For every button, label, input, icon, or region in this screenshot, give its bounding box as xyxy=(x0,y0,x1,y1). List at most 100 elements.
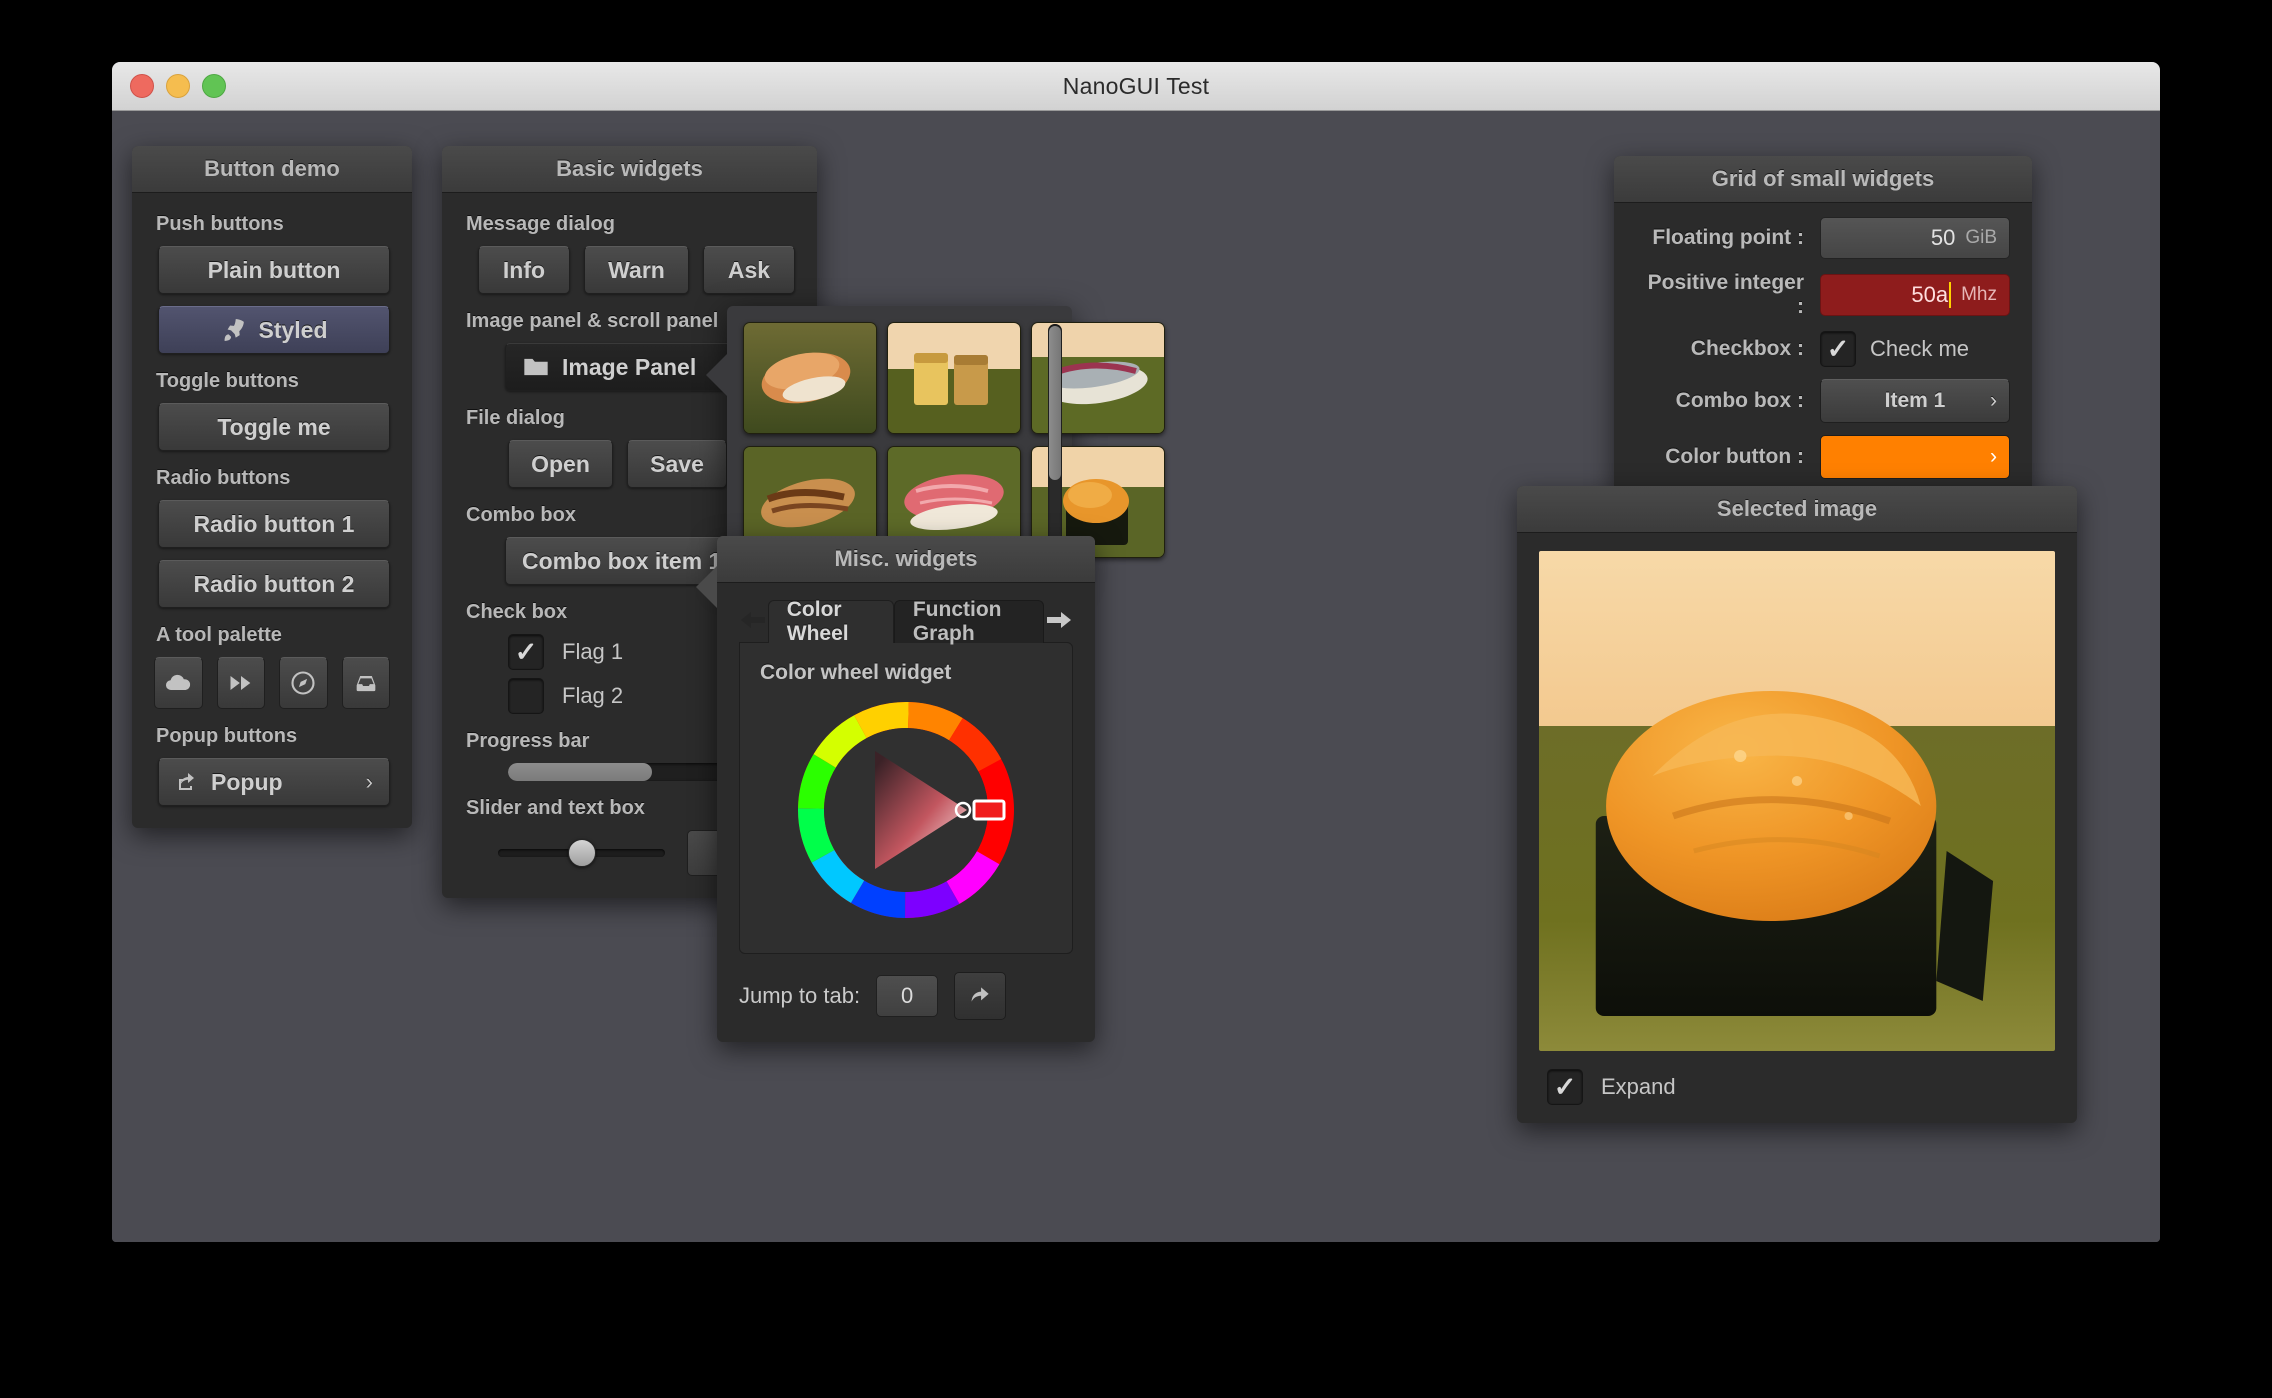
popup-button-label: Popup xyxy=(211,769,283,796)
grid-combo-value: Item 1 xyxy=(1885,389,1946,413)
compass-icon xyxy=(289,669,317,697)
styled-button-row: Styled xyxy=(154,306,390,354)
panel-misc-widgets: Misc. widgets Color Wheel Function Graph xyxy=(717,536,1095,1042)
misc-widgets-body: Color Wheel Function Graph Color wheel w… xyxy=(717,583,1095,1042)
window-title: NanoGUI Test xyxy=(1063,73,1209,100)
close-button[interactable] xyxy=(130,74,154,98)
thumbnail-grid xyxy=(727,306,1072,574)
positive-integer-value: 50a xyxy=(1833,282,1948,308)
fast-forward-icon xyxy=(227,669,255,697)
grid-widgets-title: Grid of small widgets xyxy=(1614,156,2032,203)
minimize-button[interactable] xyxy=(166,74,190,98)
group-toggle-buttons: Toggle buttons xyxy=(156,370,390,393)
combo-box-value: Combo box item 1 xyxy=(522,548,721,575)
chevron-right-icon: › xyxy=(1990,389,1997,413)
positive-integer-unit: Mhz xyxy=(1961,284,1997,306)
popup-button[interactable]: Popup › xyxy=(158,758,390,806)
group-popup-buttons: Popup buttons xyxy=(156,725,390,748)
arrow-left-icon xyxy=(739,609,767,631)
slider-knob[interactable] xyxy=(568,839,596,867)
grid-checkbox-row[interactable]: ✓ Check me xyxy=(1820,331,2010,367)
group-push-buttons: Push buttons xyxy=(156,213,390,236)
progress-bar-fill xyxy=(508,763,652,781)
scrollbar-track[interactable] xyxy=(1048,324,1062,558)
styled-button-label: Styled xyxy=(258,317,327,344)
tab-next-button[interactable] xyxy=(1044,597,1073,643)
checkbox-flag-2-box[interactable] xyxy=(508,678,544,714)
color-wheel-wrap xyxy=(760,685,1052,935)
grid-combo-box[interactable]: Item 1 › xyxy=(1820,379,2010,423)
grid-checkbox-box[interactable]: ✓ xyxy=(1820,331,1856,367)
jump-to-tab-input[interactable]: 0 xyxy=(876,975,938,1017)
toggle-button-row: Toggle me xyxy=(154,403,390,451)
jump-to-tab-row: Jump to tab: 0 xyxy=(739,972,1073,1020)
popup-button-row: Popup › xyxy=(154,758,390,806)
checkbox-flag-1-box[interactable]: ✓ xyxy=(508,634,544,670)
open-button[interactable]: Open xyxy=(508,440,613,488)
folder-icon xyxy=(522,355,550,379)
radio-button-2[interactable]: Radio button 2 xyxy=(158,560,390,608)
panel-button-demo: Button demo Push buttons Plain button St… xyxy=(132,146,412,828)
os-window: NanoGUI Test Button demo Push buttons Pl… xyxy=(112,62,2160,1242)
tab-prev-button[interactable] xyxy=(739,597,768,643)
group-tool-palette: A tool palette xyxy=(156,624,390,647)
scrollbar-thumb[interactable] xyxy=(1049,326,1061,480)
ask-button[interactable]: Ask xyxy=(703,246,795,294)
radio-button-1[interactable]: Radio button 1 xyxy=(158,500,390,548)
nanogui-canvas: Button demo Push buttons Plain button St… xyxy=(112,111,2160,1242)
panel-selected-image: Selected image xyxy=(1517,486,2077,1123)
check-icon: ✓ xyxy=(1554,1074,1577,1101)
tab-bar: Color Wheel Function Graph xyxy=(739,597,1073,643)
push-button-row: Plain button xyxy=(154,246,390,294)
text-caret xyxy=(1949,282,1951,308)
styled-button[interactable]: Styled xyxy=(158,306,390,354)
inbox-icon-button[interactable] xyxy=(342,657,391,709)
expand-checkbox-row[interactable]: ✓ Expand xyxy=(1547,1069,2055,1105)
chevron-right-icon: › xyxy=(1990,445,1997,469)
slider-track[interactable] xyxy=(498,849,665,857)
save-button[interactable]: Save xyxy=(627,440,727,488)
jump-to-tab-label: Jump to tab: xyxy=(739,983,860,1009)
checkbox-flag-1-label: Flag 1 xyxy=(562,639,623,665)
tab-color-wheel[interactable]: Color Wheel xyxy=(768,600,894,643)
message-dialog-row: Info Warn Ask xyxy=(464,246,795,294)
grid-color-button[interactable]: › xyxy=(1820,435,2010,479)
info-button[interactable]: Info xyxy=(478,246,570,294)
inbox-icon xyxy=(352,669,380,697)
popup-anchor-arrow-top xyxy=(706,354,727,396)
color-wheel-pane-title: Color wheel widget xyxy=(760,661,1052,685)
label-floating-point: Floating point : xyxy=(1636,226,1804,250)
button-demo-title: Button demo xyxy=(132,146,412,193)
selected-image-body: ✓ Expand xyxy=(1517,533,2077,1123)
thumbnail-sushi-tamago[interactable] xyxy=(887,322,1021,434)
group-radio-buttons: Radio buttons xyxy=(156,467,390,490)
zoom-button[interactable] xyxy=(202,74,226,98)
fast-forward-icon-button[interactable] xyxy=(217,657,266,709)
radio-2-row: Radio button 2 xyxy=(154,560,390,608)
traffic-lights xyxy=(130,74,226,98)
label-combo-box: Combo box : xyxy=(1636,389,1804,413)
field-positive-integer[interactable]: 50a Mhz xyxy=(1820,274,2010,316)
cloud-icon-button[interactable] xyxy=(154,657,203,709)
compass-icon-button[interactable] xyxy=(279,657,328,709)
misc-widgets-title: Misc. widgets xyxy=(717,536,1095,583)
plain-button[interactable]: Plain button xyxy=(158,246,390,294)
floating-point-value: 50 xyxy=(1833,225,1955,251)
export-icon xyxy=(175,770,199,794)
image-panel-label: Image Panel xyxy=(562,354,696,381)
jump-to-tab-button[interactable] xyxy=(954,972,1006,1020)
color-wheel-widget[interactable] xyxy=(791,695,1021,925)
floating-point-unit: GiB xyxy=(1965,227,1997,249)
label-checkbox: Checkbox : xyxy=(1636,337,1804,361)
thumbnail-sushi-salmon[interactable] xyxy=(743,322,877,434)
chevron-right-icon: › xyxy=(366,769,373,795)
toggle-me-button[interactable]: Toggle me xyxy=(158,403,390,451)
tab-function-graph[interactable]: Function Graph xyxy=(894,600,1044,643)
field-floating-point[interactable]: 50 GiB xyxy=(1820,217,2010,259)
expand-checkbox-box[interactable]: ✓ xyxy=(1547,1069,1583,1105)
label-positive-integer: Positive integer : xyxy=(1636,271,1804,319)
radio-1-row: Radio button 1 xyxy=(154,500,390,548)
rocket-icon xyxy=(220,317,246,343)
warn-button[interactable]: Warn xyxy=(584,246,689,294)
check-icon: ✓ xyxy=(1827,336,1850,363)
